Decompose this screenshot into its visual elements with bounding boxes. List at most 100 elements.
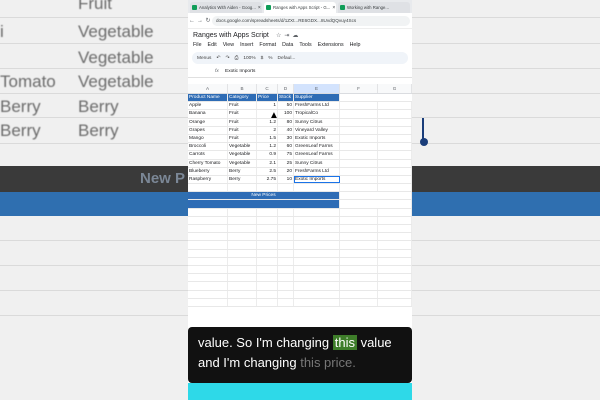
cell[interactable]: Exotic Imports (294, 134, 340, 143)
cell[interactable] (340, 110, 378, 118)
column-header-d[interactable]: D (278, 84, 294, 93)
cell[interactable]: 20 (278, 167, 294, 175)
cell[interactable] (378, 167, 412, 175)
cell[interactable] (188, 184, 228, 192)
cell[interactable]: GreenLeaf Farms (294, 151, 340, 159)
cell[interactable] (378, 118, 412, 126)
cell[interactable]: 30 (278, 134, 294, 143)
back-icon[interactable]: ← (188, 18, 196, 24)
cell[interactable]: Berry (228, 175, 257, 184)
new-prices-label[interactable]: New Prices (188, 192, 340, 200)
column-header-c[interactable]: C (257, 84, 278, 93)
cell[interactable]: 75 (278, 151, 294, 159)
cell[interactable] (340, 126, 378, 134)
menu-view[interactable]: View (223, 42, 234, 48)
cell[interactable]: Broccoli (188, 143, 228, 151)
cell[interactable]: 2.1 (257, 159, 278, 167)
currency-icon[interactable]: $ (261, 56, 264, 61)
cell[interactable]: Fruit (228, 110, 257, 118)
cell[interactable]: FreshFarms Ltd (294, 167, 340, 175)
cell[interactable]: 1.2 (257, 143, 278, 151)
cell[interactable]: Cherry Tomato (188, 159, 228, 167)
reload-icon[interactable]: ↻ (204, 17, 212, 24)
cell[interactable]: Fruit (228, 134, 257, 143)
cell[interactable] (340, 151, 378, 159)
cell[interactable] (278, 184, 294, 192)
column-header-b[interactable]: B (228, 84, 257, 93)
cell[interactable]: Vineyard Valley (294, 126, 340, 134)
cell[interactable]: Orange (188, 118, 228, 126)
undo-icon[interactable]: ↶ (216, 56, 220, 61)
cell[interactable]: Vegetable (228, 159, 257, 167)
cell[interactable]: GreenLeaf Farms (294, 143, 340, 151)
cell[interactable]: 50 (278, 102, 294, 110)
cell[interactable] (257, 184, 278, 192)
cell[interactable] (340, 175, 378, 184)
cell[interactable]: Fruit (228, 118, 257, 126)
cell[interactable]: Banana (188, 110, 228, 118)
cell[interactable]: Apple (188, 102, 228, 110)
menu-insert[interactable]: Insert (240, 42, 253, 48)
menu-extensions[interactable]: Extensions (318, 42, 344, 48)
cell[interactable]: 1.5 (257, 134, 278, 143)
cell[interactable]: Grapes (188, 126, 228, 134)
formula-input[interactable]: Exotic Imports (225, 69, 255, 74)
menu-edit[interactable]: Edit (208, 42, 217, 48)
cell[interactable] (378, 126, 412, 134)
percent-icon[interactable]: % (268, 56, 272, 61)
cell[interactable]: 40 (278, 126, 294, 134)
cell[interactable] (340, 167, 378, 175)
menu-data[interactable]: Data (282, 42, 293, 48)
cell[interactable] (340, 143, 378, 151)
cell[interactable]: Raspberry (188, 175, 228, 184)
cell[interactable] (340, 159, 378, 167)
zoom-select[interactable]: 100% (243, 56, 255, 61)
cell[interactable]: Fruit (228, 126, 257, 134)
cell[interactable]: Sunny Citrus (294, 118, 340, 126)
cell[interactable]: Carrots (188, 151, 228, 159)
cell[interactable] (188, 200, 340, 208)
column-header-f[interactable]: F (340, 84, 378, 93)
cell[interactable]: 2 (257, 126, 278, 134)
cell[interactable]: 100 (278, 110, 294, 118)
cell[interactable]: 0.9 (257, 151, 278, 159)
cell[interactable]: Fruit (228, 102, 257, 110)
menu-file[interactable]: File (193, 42, 202, 48)
cell[interactable] (378, 159, 412, 167)
cell[interactable] (378, 151, 412, 159)
cell[interactable] (340, 184, 378, 192)
menus-search[interactable]: Menus (197, 56, 211, 61)
cell[interactable]: Mango (188, 134, 228, 143)
cell[interactable] (294, 184, 340, 192)
column-header-e[interactable]: E (294, 84, 340, 93)
cell[interactable]: Sunny Citrus (294, 159, 340, 167)
menu-help[interactable]: Help (350, 42, 361, 48)
url-field[interactable]: docs.google.com/spreadsheets/d/1ZXt...RE… (212, 15, 410, 26)
cell[interactable] (378, 175, 412, 184)
cell[interactable]: TropicalCo (294, 110, 340, 118)
cell[interactable] (378, 134, 412, 143)
cell[interactable] (340, 118, 378, 126)
column-header-a[interactable]: A (188, 84, 228, 93)
cell[interactable]: 25 (278, 159, 294, 167)
header-cell[interactable]: Stock (278, 94, 294, 102)
cell[interactable]: Vegetable (228, 151, 257, 159)
cell[interactable]: Blueberry (188, 167, 228, 175)
header-cell[interactable]: Product Name (188, 94, 228, 102)
cell[interactable]: 60 (278, 143, 294, 151)
menu-format[interactable]: Format (259, 42, 276, 48)
cell[interactable] (340, 134, 378, 143)
cell[interactable] (340, 192, 412, 200)
cell[interactable] (340, 200, 412, 208)
selected-cell[interactable]: Exotic Imports (294, 175, 340, 184)
cell[interactable]: 2.75 (257, 175, 278, 184)
cell[interactable]: Vegetable (228, 143, 257, 151)
cell[interactable] (378, 143, 412, 151)
cell[interactable]: 2.5 (257, 167, 278, 175)
menu-tools[interactable]: Tools (299, 42, 311, 48)
cell[interactable] (340, 102, 378, 110)
cell[interactable]: 80 (278, 118, 294, 126)
font-select[interactable]: Defaul... (278, 56, 296, 61)
tab-analytics[interactable]: Analytics With Aiden - Goog... × (190, 2, 262, 13)
cloud-icon[interactable]: ☁ (292, 33, 301, 39)
